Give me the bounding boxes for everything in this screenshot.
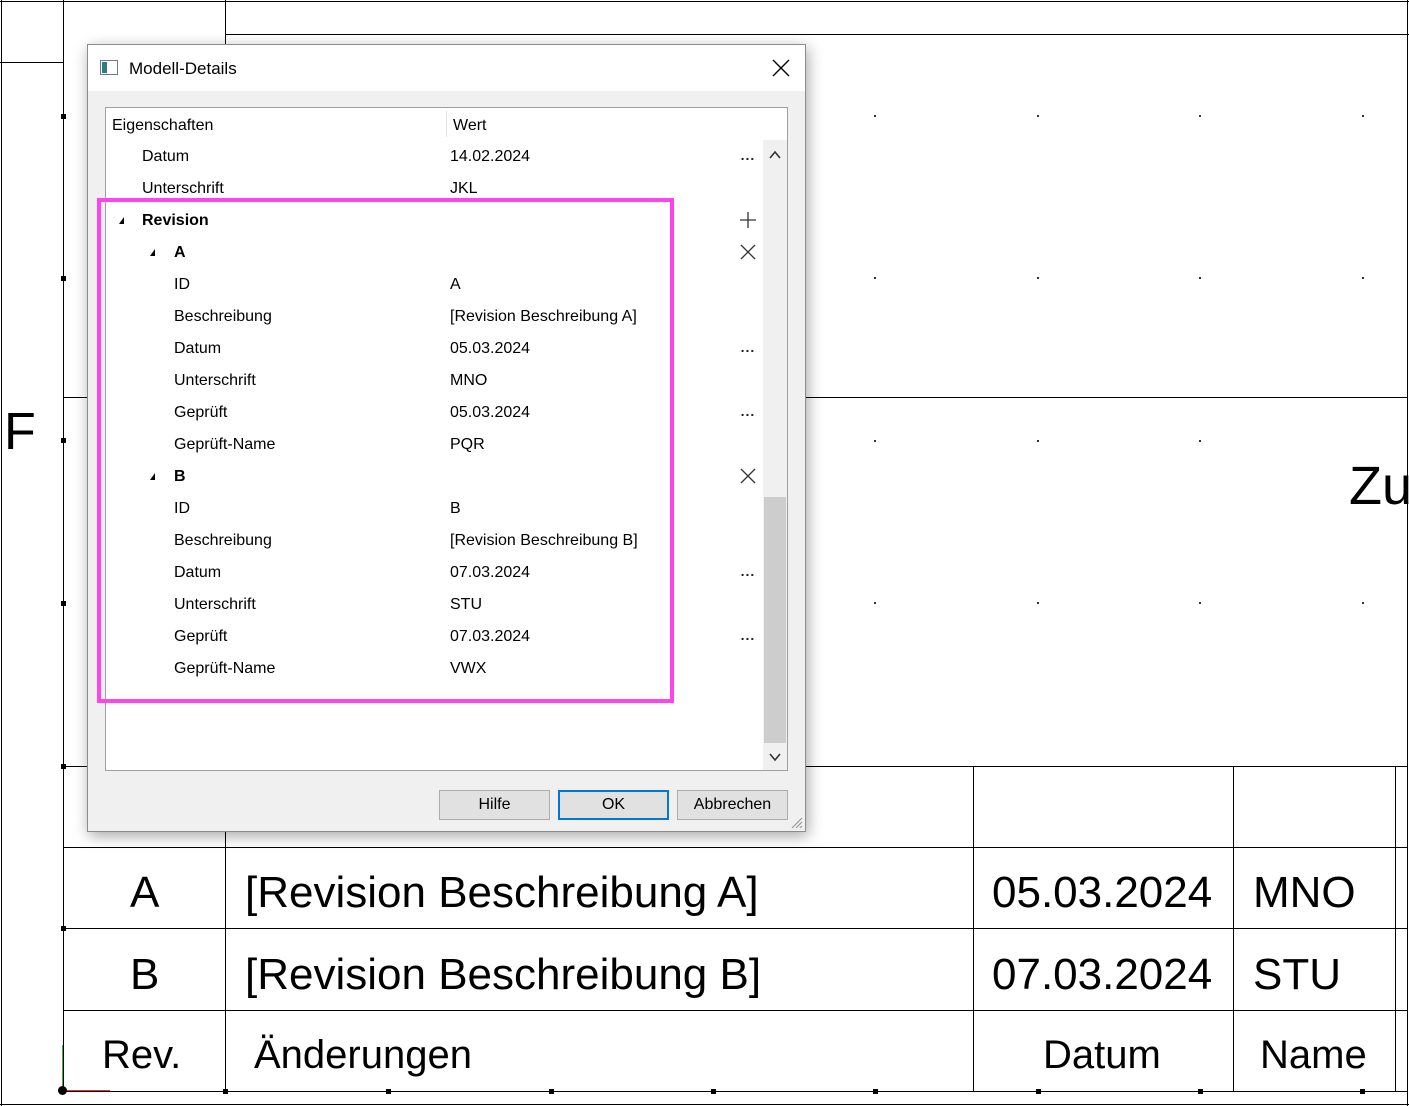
grid-dot: [1362, 602, 1364, 604]
selection-handle[interactable]: [61, 926, 66, 931]
table-line: [63, 1091, 1408, 1092]
column-separator[interactable]: [446, 111, 447, 137]
property-row[interactable]: Datum 14.02.2024 ...: [106, 141, 766, 173]
column-header-property[interactable]: Eigenschaften: [112, 117, 213, 135]
zone-letter: F: [4, 403, 36, 461]
frame-line: [804, 397, 1408, 398]
table-line: [973, 766, 974, 1092]
origin-point[interactable]: [58, 1086, 67, 1095]
table-header-rev: Rev.: [102, 1033, 182, 1077]
ellipsis-button[interactable]: ...: [738, 339, 758, 359]
dialog-titlebar[interactable]: Modell-Details: [88, 45, 805, 91]
grid-dot: [1199, 440, 1201, 442]
origin-x-axis: [64, 1090, 110, 1091]
grid-dot: [1037, 277, 1039, 279]
ellipsis-button[interactable]: ...: [738, 563, 758, 583]
frame-line: [225, 0, 226, 45]
add-icon[interactable]: [738, 210, 758, 230]
frame-line: [63, 766, 88, 767]
property-value[interactable]: JKL: [450, 180, 478, 198]
table-line: [225, 830, 226, 1092]
vertical-scrollbar[interactable]: [763, 140, 787, 770]
origin-y-axis: [62, 1045, 63, 1091]
description-cell: [Revision Beschreibung B]: [245, 950, 762, 999]
selection-handle[interactable]: [61, 764, 66, 769]
table-header-name: Name: [1260, 1033, 1367, 1077]
partial-label: Zu: [1349, 456, 1409, 516]
property-value[interactable]: 14.02.2024: [450, 148, 530, 166]
resize-grip-icon[interactable]: [789, 815, 803, 829]
close-button[interactable]: [757, 45, 805, 91]
ok-button[interactable]: OK: [558, 790, 669, 820]
highlight-annotation: [97, 198, 674, 703]
grid-dot: [874, 440, 876, 442]
grid-dot: [1037, 440, 1039, 442]
table-header-changes: Änderungen: [254, 1033, 472, 1077]
date-cell: 07.03.2024: [992, 950, 1213, 999]
selection-handle[interactable]: [1360, 1089, 1365, 1094]
remove-icon[interactable]: [738, 466, 758, 486]
selection-handle[interactable]: [386, 1089, 391, 1094]
selection-handle[interactable]: [223, 1089, 228, 1094]
selection-handle[interactable]: [1198, 1089, 1203, 1094]
frame-line: [0, 1104, 1409, 1105]
grid-dot: [874, 602, 876, 604]
ellipsis-button[interactable]: ...: [738, 403, 758, 423]
table-line: [63, 847, 1408, 848]
grid-header: Eigenschaften Wert: [106, 108, 766, 140]
table-line: [1233, 766, 1234, 1092]
frame-line: [0, 1, 1409, 2]
property-key: Datum: [142, 148, 190, 165]
help-button[interactable]: Hilfe: [439, 790, 550, 820]
grid-dot: [1362, 115, 1364, 117]
selection-handle[interactable]: [61, 601, 66, 606]
scrollbar-thumb[interactable]: [764, 497, 786, 743]
selection-handle[interactable]: [61, 438, 66, 443]
close-icon: [772, 59, 790, 77]
selection-handle[interactable]: [1036, 1089, 1041, 1094]
grid-dot: [1037, 115, 1039, 117]
name-cell: MNO: [1253, 868, 1356, 917]
table-header-date: Datum: [1043, 1033, 1161, 1077]
name-cell: STU: [1253, 950, 1341, 999]
frame-line: [0, 62, 64, 63]
frame-line: [1407, 0, 1408, 1106]
frame-line: [225, 34, 1409, 35]
column-header-value[interactable]: Wert: [453, 117, 486, 135]
date-cell: 05.03.2024: [992, 868, 1213, 917]
remove-icon[interactable]: [738, 242, 758, 262]
table-line: [1395, 766, 1396, 1092]
grid-dot: [1199, 277, 1201, 279]
description-cell: [Revision Beschreibung A]: [245, 868, 759, 917]
selection-handle[interactable]: [873, 1089, 878, 1094]
grid-dot: [1362, 277, 1364, 279]
app-icon: [100, 60, 118, 75]
property-key: Unterschrift: [142, 180, 224, 197]
dialog-title: Modell-Details: [129, 59, 237, 78]
grid-dot: [1199, 115, 1201, 117]
selection-handle[interactable]: [711, 1089, 716, 1094]
frame-line: [1, 0, 2, 1106]
ellipsis-button[interactable]: ...: [738, 627, 758, 647]
table-line: [63, 1010, 1408, 1011]
selection-handle[interactable]: [61, 276, 66, 281]
table-line: [63, 928, 1408, 929]
grid-dot: [1199, 602, 1201, 604]
grid-dot: [1037, 602, 1039, 604]
scroll-up-icon[interactable]: [769, 150, 781, 160]
frame-line: [804, 766, 1408, 767]
rev-cell: B: [130, 950, 160, 999]
grid-dot: [874, 277, 876, 279]
cancel-button[interactable]: Abbrechen: [677, 790, 788, 820]
frame-line: [63, 397, 88, 398]
ellipsis-button[interactable]: ...: [738, 147, 758, 167]
grid-dot: [874, 115, 876, 117]
selection-handle[interactable]: [61, 114, 66, 119]
rev-cell: A: [130, 868, 160, 917]
scroll-down-icon[interactable]: [769, 752, 781, 762]
selection-handle[interactable]: [549, 1089, 554, 1094]
